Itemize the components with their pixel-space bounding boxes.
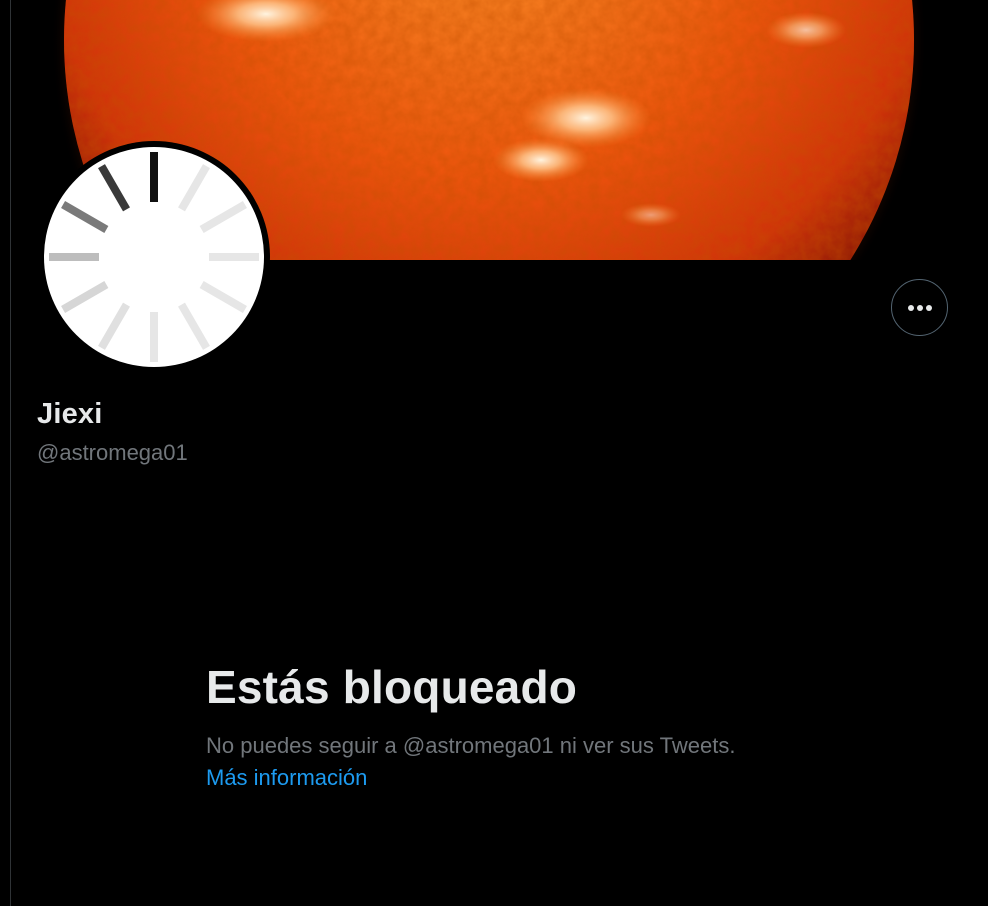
- more-options-button[interactable]: [891, 279, 948, 336]
- more-horizontal-icon: [907, 304, 932, 311]
- blocked-title: Estás bloqueado: [206, 661, 578, 713]
- loading-spinner-icon: [49, 152, 259, 362]
- learn-more-link[interactable]: Más información: [206, 765, 367, 791]
- profile-page: Jiexi @astromega01 Estás bloqueado No pu…: [0, 0, 988, 906]
- avatar-image: [44, 147, 264, 367]
- blocked-description: No puedes seguir a @astromega01 ni ver s…: [206, 733, 736, 758]
- display-name: Jiexi: [37, 398, 103, 430]
- user-handle: @astromega01: [37, 440, 188, 465]
- profile-avatar[interactable]: [38, 141, 270, 373]
